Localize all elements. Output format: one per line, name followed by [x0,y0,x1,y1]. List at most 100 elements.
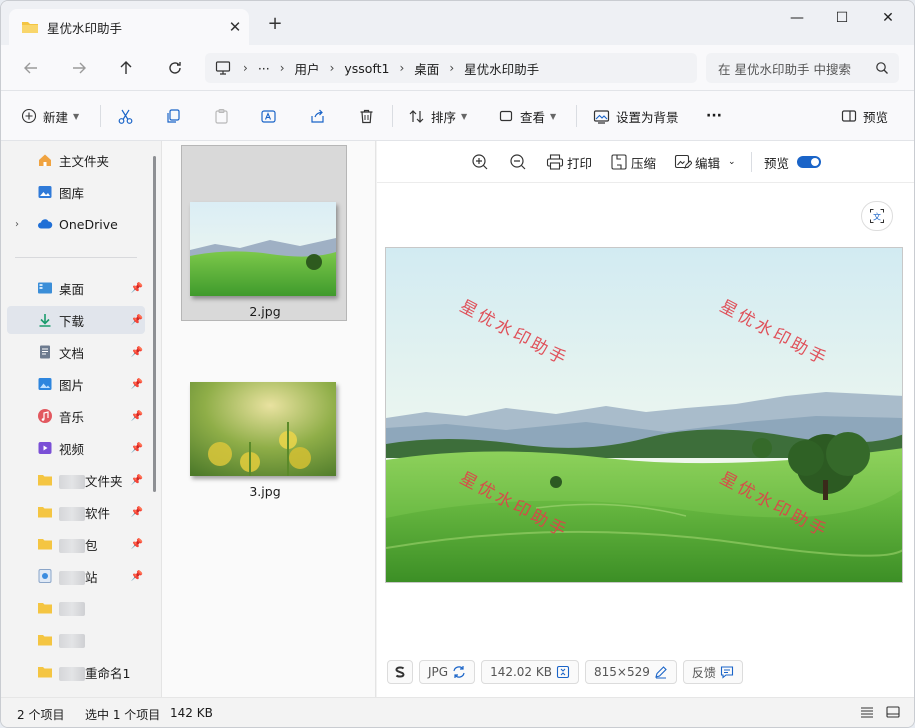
translate-icon: 文 [870,209,884,223]
share-button[interactable] [309,103,326,129]
breadcrumb-current-folder[interactable]: 星优水印助手 [458,59,545,78]
arrow-left-icon [24,62,37,74]
translate-button[interactable]: 文 [861,201,893,231]
copy-icon [167,108,180,123]
large-icons-view-button[interactable] [885,704,903,722]
preview-pane-button[interactable]: 预览 [841,103,888,129]
zoom-out-button[interactable] [509,151,527,173]
computer-icon [215,61,231,75]
format-chip[interactable]: JPG [419,660,476,684]
arrow-right-icon [73,62,86,74]
sidebar-item-folder[interactable]: 软件 📌 [7,498,145,526]
pin-icon: 📌 [130,442,143,454]
chevron-down-icon: ▼ [550,111,557,121]
copy-button[interactable] [165,103,182,129]
sidebar-item-label: 音乐 [59,409,85,425]
refresh-button[interactable] [161,55,189,81]
up-button[interactable] [112,55,140,81]
chevron-down-icon: ▼ [73,111,80,121]
file-name: 2.jpg [249,304,281,319]
sort-label: 排序 [431,109,457,125]
sidebar-item-folder[interactable] [7,594,145,622]
more-options-button[interactable]: ··· [706,103,722,129]
sidebar-item-folder[interactable]: 重命名1 [7,658,145,686]
breadcrumb-ellipsis[interactable]: ··· [252,61,276,76]
set-as-background-button[interactable]: 设置为背景 [593,103,679,129]
zoom-in-button[interactable] [471,151,489,173]
sidebar-item-documents[interactable]: 文档 📌 [7,338,145,366]
breadcrumb-separator: › [399,61,405,75]
plus-circle-icon [21,108,37,124]
sidebar-item-folder[interactable]: 包 📌 [7,530,145,558]
delete-button[interactable] [358,103,375,129]
print-button[interactable]: 打印 [546,151,592,173]
cut-button[interactable] [117,103,134,129]
tab-current[interactable]: 星优水印助手 ✕ [9,9,249,45]
redacted-text [59,539,85,553]
new-label: 新建 [43,109,69,125]
app-shortcut-icon [38,569,52,583]
search-box[interactable]: 在 星优水印助手 中搜索 [706,53,899,83]
view-button[interactable]: 查看 ▼ [498,103,556,129]
tab-title: 星优水印助手 [47,20,123,36]
sidebar-item-onedrive[interactable]: › OneDrive [7,210,145,238]
search-input[interactable]: 在 星优水印助手 中搜索 [718,59,875,78]
forward-button[interactable] [65,55,93,81]
breadcrumb-users[interactable]: 用户 [289,59,326,78]
compress-button[interactable]: 压缩 [610,151,656,173]
sidebar-item-home[interactable]: 主文件夹 [7,146,145,174]
new-tab-button[interactable]: + [263,13,287,37]
back-button[interactable] [17,55,45,81]
file-size-chip[interactable]: 142.02 KB [481,660,579,684]
sidebar-scrollbar[interactable] [153,156,156,492]
list-view-icon [861,707,873,718]
sort-button[interactable]: 排序 ▼ [408,103,467,129]
sidebar-item-folder[interactable] [7,626,145,654]
folder-icon [38,667,52,678]
feedback-chip[interactable]: 反馈 [682,660,743,684]
address-bar[interactable]: › ··· › 用户 › yssoft1 › 桌面 › 星优水印助手 [205,53,697,83]
image-dimensions: 815×529 [593,665,650,679]
sidebar-item-videos[interactable]: 视频 📌 [7,434,145,462]
minimize-button[interactable]: — [774,5,820,33]
divider [751,152,752,172]
breadcrumb-user[interactable]: yssoft1 [338,61,395,76]
file-item[interactable]: 3.jpg [181,325,347,501]
details-view-button[interactable] [859,704,877,722]
sidebar-item-music[interactable]: 音乐 📌 [7,402,145,430]
sidebar-item-pictures[interactable]: 图片 📌 [7,370,145,398]
sidebar-item-label: 软件 [85,505,111,521]
app-logo-button[interactable] [387,660,413,684]
sidebar-item-folder[interactable]: 文件夹 📌 [7,466,145,494]
preview-toggle[interactable]: 预览 [764,151,822,173]
toggle-switch[interactable] [797,156,822,168]
edit-button[interactable]: 编辑 ⌄ [674,151,736,173]
sidebar-item-label: 主文件夹 [59,153,110,169]
file-item[interactable]: 2.jpg [181,145,347,321]
folder-icon [22,22,38,33]
download-icon [39,314,51,327]
dimensions-chip[interactable]: 815×529 [584,660,677,684]
new-button[interactable]: 新建 ▼ [21,103,79,129]
chevron-down-icon: ⌄ [728,157,736,167]
close-window-button[interactable]: ✕ [865,5,911,33]
rename-button[interactable] [260,103,277,129]
maximize-button[interactable]: ☐ [819,5,865,33]
paste-button[interactable] [213,103,230,129]
redacted-text [59,633,85,648]
sidebar-item-gallery[interactable]: 图库 [7,178,145,206]
pin-icon: 📌 [130,538,143,550]
sidebar-item-shortcut[interactable]: 站 📌 [7,562,145,590]
scissors-icon [118,109,133,124]
arrow-up-icon [120,61,132,74]
tab-close-button[interactable]: ✕ [221,18,249,36]
sidebar-item-downloads[interactable]: 下载 📌 [7,306,145,334]
cloud-icon [38,219,53,229]
redacted-text [59,475,85,489]
breadcrumb-desktop[interactable]: 桌面 [408,59,445,78]
sidebar-item-label: 文件夹 [85,473,123,489]
sidebar-item-label: 图片 [59,377,85,393]
sidebar-item-desktop[interactable]: 桌面 📌 [7,274,145,302]
folder-icon [38,635,52,646]
app-logo-icon [395,666,405,678]
